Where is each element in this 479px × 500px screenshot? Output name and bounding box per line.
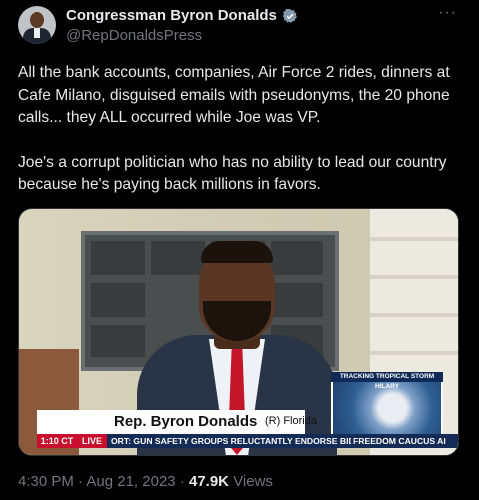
author-name-row: Congressman Byron Donalds [66,7,298,24]
more-options-icon[interactable]: ··· [438,4,457,22]
avatar-head [30,12,44,28]
ticker-headline: ORT: GUN SAFETY GROUPS RELUCTANTLY ENDOR… [111,436,351,446]
lower-third-party: (R) Florida [265,415,317,427]
avatar[interactable] [18,6,56,44]
tweet-date[interactable]: Aug 21, 2023 [86,473,175,490]
views-count: 47.9K [188,473,230,490]
storm-map-label: TRACKING TROPICAL STORM HILARY [331,372,443,390]
meta-separator-1: · [78,473,84,490]
tweet-text: All the bank accounts, companies, Air Fo… [18,62,463,197]
verified-badge-icon [282,8,297,23]
tweet-metadata: 4:30 PM · Aug 21, 2023 · 47.9K Views [18,473,273,490]
ticker-headline-2: FREEDOM CAUCUS AI [353,436,446,446]
meta-separator-2: · [179,473,185,490]
views-label: Views [233,473,273,490]
tweet-video[interactable]: TRACKING TROPICAL STORM HILARY Rep. Byro… [18,208,459,456]
tweet-paragraph-1: All the bank accounts, companies, Air Fo… [18,64,450,126]
avatar-shirt [34,28,40,38]
author-handle[interactable]: @RepDonaldsPress [66,27,202,44]
author-display-name[interactable]: Congressman Byron Donalds [66,7,277,24]
tweet-time[interactable]: 4:30 PM [18,473,74,490]
ticker-time: 1:10 CT [37,434,77,448]
ticker-live-badge: LIVE [77,434,107,448]
video-person-hair [201,241,273,263]
tweet-paragraph-2: Joe's a corrupt politician who has no ab… [18,153,447,194]
lower-third-name: Rep. Byron Donalds [114,413,258,430]
